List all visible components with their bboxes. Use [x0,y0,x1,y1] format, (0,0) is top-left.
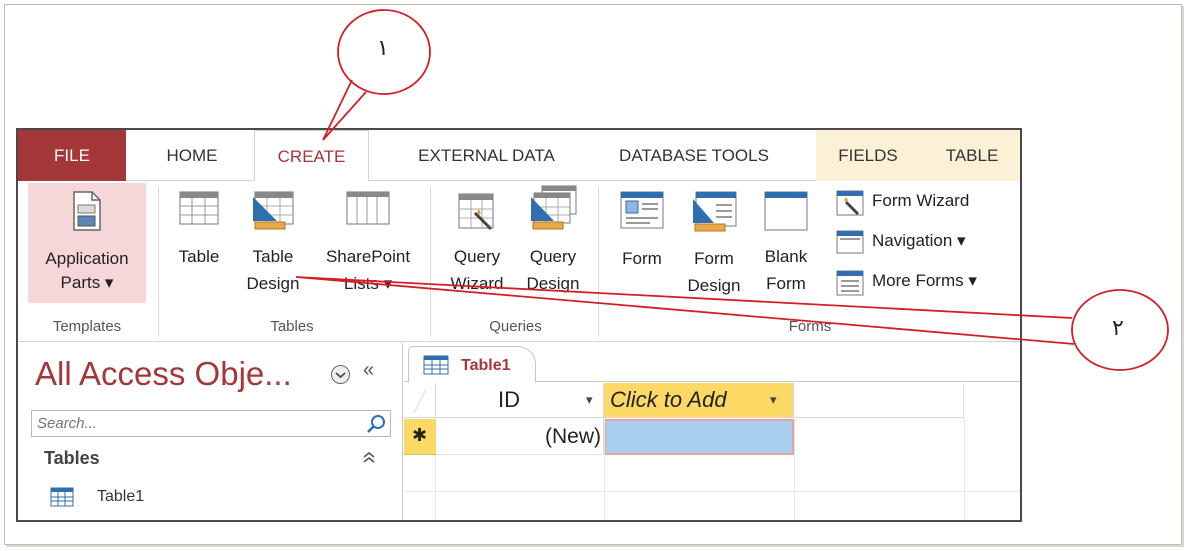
ribbon-create: Application Parts ▾ Templates Table Tabl… [18,181,1020,342]
datasheet: ID ▾ Click to Add ▾ ✱ (New) [404,383,1020,520]
grid-col-line [964,418,965,520]
section-collapse-icon[interactable] [361,449,377,470]
tab-create[interactable]: CREATE [254,130,369,182]
query-design-label-2: Design [526,274,580,293]
blank-form-label-2: Form [766,274,806,293]
form-design-label-1: Form [694,249,734,268]
column-dropdown-icon[interactable]: ▾ [770,392,777,408]
document-area: Table1 ID ▾ Click to Add ▾ ✱ (New) [404,343,1020,520]
shutter-bar-collapse-icon[interactable]: « [363,359,374,382]
column-dropdown-icon[interactable]: ▾ [586,392,593,408]
sharepoint-lists-button[interactable]: SharePoint Lists ▾ [313,191,423,297]
form-wizard-button[interactable]: Form Wizard [836,184,1006,218]
form-icon [620,191,664,229]
document-tab-table1[interactable]: Table1 [408,346,536,383]
navigation-label: Navigation ▾ [872,231,966,250]
group-separator [158,187,159,337]
form-design-icon [693,191,737,232]
new-row-id-cell[interactable]: (New) [436,419,604,455]
navigation-button[interactable]: Navigation ▾ [836,224,1006,258]
column-header-id-label: ID [498,387,520,412]
table-design-icon [253,191,294,230]
select-all-corner[interactable] [404,383,436,418]
new-record-selector[interactable]: ✱ [404,419,436,455]
table-label: Table [178,247,220,266]
form-wizard-label: Form Wizard [872,191,970,210]
more-forms-icon [836,270,864,296]
sharepoint-lists-label-1: SharePoint [325,247,411,266]
ribbon-tab-bar: FILE HOME CREATE EXTERNAL DATA DATABASE … [18,130,1020,182]
group-label-forms: Forms [788,318,832,335]
column-header-click-to-add[interactable]: Click to Add ▾ [604,383,794,418]
sharepoint-lists-icon [346,191,390,225]
tab-table[interactable]: TABLE [920,130,1020,181]
query-design-button[interactable]: Query Design [518,185,588,297]
sharepoint-lists-label-2: Lists ▾ [343,274,393,293]
grid-col-line [794,418,795,520]
nav-pane-title[interactable]: All Access Obje... [35,355,292,393]
group-label-tables: Tables [270,318,314,335]
nav-item-label: Table1 [97,488,145,505]
document-tab-label: Table1 [461,357,511,374]
application-parts-label-1: Application [45,249,129,268]
application-parts-button[interactable]: Application Parts ▾ [28,183,146,303]
blank-form-label-1: Blank [764,247,808,266]
navigation-form-icon [836,230,864,254]
form-design-button[interactable]: Form Design [682,191,746,299]
search-icon[interactable] [365,413,387,435]
tab-file[interactable]: FILE [18,130,126,181]
form-design-label-2: Design [687,276,741,295]
grid-col-line [604,418,605,520]
blank-form-button[interactable]: Blank Form [758,191,814,297]
nav-section-tables[interactable]: Tables [44,448,100,469]
navigation-pane: All Access Obje... « Tables Table1 [18,343,403,520]
callout-2-number: ٢ [1112,316,1124,341]
more-forms-button[interactable]: More Forms ▾ [836,264,1011,298]
grid-row-line [404,491,1020,492]
query-design-icon [531,185,577,230]
record-selector-column [404,455,436,520]
blank-form-icon [764,191,808,231]
tab-external-data[interactable]: EXTERNAL DATA [384,130,589,181]
query-wizard-button[interactable]: Query Wizard [442,191,512,297]
nav-pane-menu-icon[interactable] [331,365,350,384]
tab-database-tools[interactable]: DATABASE TOOLS [594,130,794,181]
query-wizard-label-1: Query [453,247,501,266]
group-separator [430,187,431,337]
query-wizard-label-2: Wizard [450,274,504,293]
table-design-button[interactable]: Table Design [238,191,308,297]
access-window: FILE HOME CREATE EXTERNAL DATA DATABASE … [16,128,1022,522]
nav-search-input[interactable] [32,411,352,436]
application-parts-icon [73,191,101,231]
new-row-id-value: (New) [545,425,601,448]
document-tab-strip: Table1 [404,343,1020,383]
tab-fields[interactable]: FIELDS [816,130,920,181]
table-icon [50,487,74,507]
nav-search-box [31,410,391,437]
table-button[interactable]: Table [168,191,230,270]
group-label-queries: Queries [489,318,542,335]
group-separator [598,187,599,337]
empty-header [794,383,964,418]
form-wizard-icon [836,190,864,216]
table-icon [179,191,219,225]
table-design-label-1: Table [252,247,294,266]
query-design-label-1: Query [529,247,577,266]
application-parts-label-2: Parts ▾ [60,273,114,292]
new-row-add-cell[interactable] [604,419,794,455]
form-label: Form [622,249,662,268]
click-to-add-label: Click to Add [610,387,727,412]
table-icon [423,355,449,375]
column-header-id[interactable]: ID ▾ [436,383,604,418]
query-wizard-icon [458,193,494,231]
tab-home[interactable]: HOME [142,130,242,181]
callout-1-number: ١ [377,36,389,61]
form-button[interactable]: Form [610,191,674,272]
table-design-label-2: Design [246,274,300,293]
new-record-asterisk-icon: ✱ [412,425,428,445]
more-forms-label: More Forms ▾ [872,271,977,290]
group-label-templates: Templates [52,318,122,335]
